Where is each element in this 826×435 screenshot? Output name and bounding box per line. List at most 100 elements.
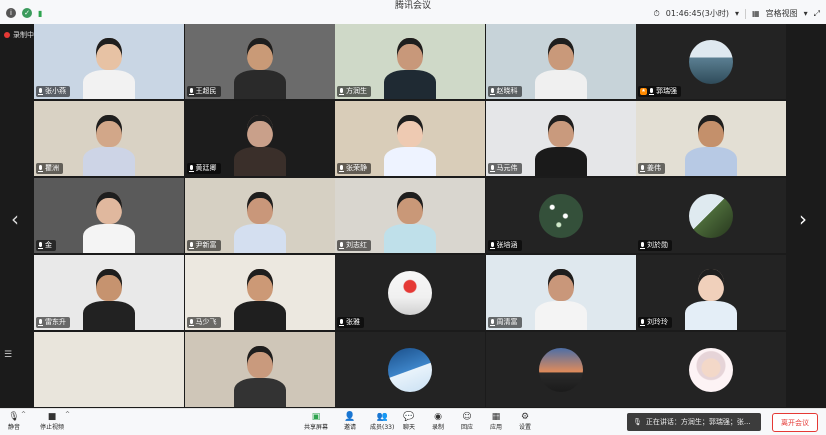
leave-meeting-button[interactable]: 离开会议 [772, 413, 818, 432]
participant-nameplate: 姜伟 [638, 163, 665, 174]
participant-video [380, 101, 440, 176]
participant-tile[interactable]: 周清富 [485, 255, 636, 330]
participant-name: 张培涵 [496, 241, 518, 249]
reactions-button[interactable]: ☺ 回应 [461, 411, 473, 432]
participant-nameplate: 周清富 [487, 317, 522, 328]
participant-name: 马少飞 [195, 318, 217, 326]
participant-tile[interactable]: 张培涵 [485, 178, 636, 253]
participant-name: 瞿洲 [45, 164, 59, 172]
participant-tile[interactable] [335, 332, 485, 407]
participant-tile[interactable]: 刘於勋 [636, 178, 786, 253]
microphone-icon [489, 242, 495, 249]
participant-tile[interactable]: 尹新富 [184, 178, 335, 253]
avatar-sunset-icon [538, 347, 583, 392]
prev-page-arrow-icon[interactable]: ‹ [6, 204, 24, 234]
participant-name: 姜伟 [647, 164, 661, 172]
participant-tile[interactable]: 金 [34, 178, 184, 253]
participant-tile[interactable]: 赵晓科 [485, 24, 636, 99]
participant-nameplate: 刘於勋 [638, 240, 672, 251]
participant-name: 金 [45, 241, 52, 249]
participant-video [230, 101, 290, 176]
participant-nameplate: 方润生 [337, 86, 371, 97]
chevron-down-icon[interactable]: ▾ [735, 9, 739, 18]
participant-nameplate: ★ 郭瑞强 [638, 86, 681, 97]
title-bar-left-icons: i ✓ ▮ [6, 8, 42, 18]
view-mode-label[interactable]: 宫格视图 [766, 8, 798, 19]
microphone-icon [38, 319, 43, 326]
participant-tile[interactable]: 张雅 [335, 255, 485, 330]
participant-video [230, 24, 290, 99]
video-options-chevron-icon[interactable]: ^ [65, 411, 70, 418]
participant-nameplate: 刘玲玲 [638, 317, 672, 328]
microphone-icon [640, 319, 645, 326]
participant-nameplate: 赵晓科 [487, 86, 522, 97]
participant-name: 张荣静 [346, 164, 367, 172]
next-page-arrow-icon[interactable]: › [794, 204, 812, 234]
chat-icon: 💬 [403, 411, 415, 422]
participant-name: 刘於勋 [647, 241, 668, 249]
list-toggle-icon[interactable]: ☰ [4, 350, 14, 360]
participant-tile[interactable]: 马元伟 [485, 101, 636, 176]
speaking-indicator: 🎙 正在讲话：方润生；郭瑞强；张... [627, 413, 761, 431]
participant-tile[interactable]: 张荣静 [335, 101, 485, 176]
record-button[interactable]: ◉ 录制 [432, 411, 444, 432]
participant-video [531, 101, 591, 176]
meeting-time: 01:46:45(3小时) [665, 9, 729, 18]
apps-button[interactable]: ▦ 应用 [490, 411, 502, 432]
avatar-lake-icon [689, 39, 733, 84]
microphone-icon: 🎙 [8, 411, 20, 422]
participant-video [230, 255, 290, 330]
mute-button[interactable]: 🎙 静音 ^ [8, 411, 26, 431]
share-screen-button[interactable]: ▣ 共享屏幕 [304, 411, 328, 432]
invite-button[interactable]: 👤 邀请 [344, 411, 356, 432]
microphone-icon [339, 319, 344, 326]
fullscreen-icon[interactable]: ⤢ [814, 9, 820, 19]
stop-video-button[interactable]: ■ 停止视频 ^ [40, 411, 70, 431]
microphone-icon [489, 88, 495, 95]
microphone-icon [188, 319, 194, 326]
members-button[interactable]: 👥 成员(33) [370, 411, 394, 432]
participant-name: 王超民 [195, 87, 217, 95]
participant-tile[interactable] [34, 332, 184, 407]
participant-tile[interactable]: 雷东升 [34, 255, 184, 330]
participant-tile[interactable]: 刘玲玲 [636, 255, 786, 330]
participant-nameplate: 王超民 [186, 86, 221, 97]
participant-nameplate: 瞿洲 [36, 163, 63, 174]
microphone-icon [339, 165, 344, 172]
participant-tile[interactable]: ★ 郭瑞强 [636, 24, 786, 99]
participant-tile[interactable] [184, 332, 335, 407]
mute-options-chevron-icon[interactable]: ^ [21, 411, 26, 418]
microphone-icon [188, 242, 194, 249]
signal-icon: ▮ [38, 8, 43, 18]
participant-tile[interactable] [485, 332, 636, 407]
recording-indicator[interactable]: 录制中 [4, 30, 34, 40]
participant-tile[interactable]: 刘志红 [335, 178, 485, 253]
reaction-icon: ☺ [462, 411, 472, 422]
participant-name: 雷东升 [45, 318, 66, 326]
participant-video [681, 101, 741, 176]
microphone-icon [640, 165, 645, 172]
participant-tile[interactable]: 姜伟 [636, 101, 786, 176]
view-mode-chevron-icon[interactable]: ▾ [804, 9, 808, 18]
participant-name: 黄廷卿 [195, 164, 217, 172]
participant-tile[interactable]: 王超民 [184, 24, 335, 99]
info-icon[interactable]: i [6, 8, 16, 18]
bottom-toolbar: 🎙 静音 ^ ■ 停止视频 ^ ▣ 共享屏幕 👤 邀请 👥 成员(33) 💬 聊… [0, 408, 826, 435]
participant-tile[interactable]: 黄廷卿 [184, 101, 335, 176]
participant-video [79, 178, 139, 253]
participant-tile[interactable]: 方润生 [335, 24, 485, 99]
participant-tile[interactable]: 瞿洲 [34, 101, 184, 176]
participant-tile[interactable]: 马少飞 [184, 255, 335, 330]
participant-video [79, 101, 139, 176]
avatar-flowers-icon [538, 193, 583, 238]
shield-icon[interactable]: ✓ [22, 8, 32, 18]
gear-icon: ⚙ [520, 411, 530, 422]
participant-tile[interactable] [636, 332, 786, 407]
settings-button[interactable]: ⚙ 设置 [519, 411, 531, 432]
grid-view-icon[interactable]: ▦ [752, 9, 760, 18]
chat-button[interactable]: 💬 聊天 [403, 411, 415, 432]
host-icon: ★ [640, 88, 647, 95]
video-grid-area: 录制中 ‹ › ☰ 张小燕 王超民 方润生 赵晓科 ★ 郭瑞强瞿洲 黄廷卿 张荣静 马元伟 姜伟金… [0, 24, 826, 408]
participant-name: 郭瑞强 [656, 87, 677, 95]
participant-tile[interactable]: 张小燕 [34, 24, 184, 99]
